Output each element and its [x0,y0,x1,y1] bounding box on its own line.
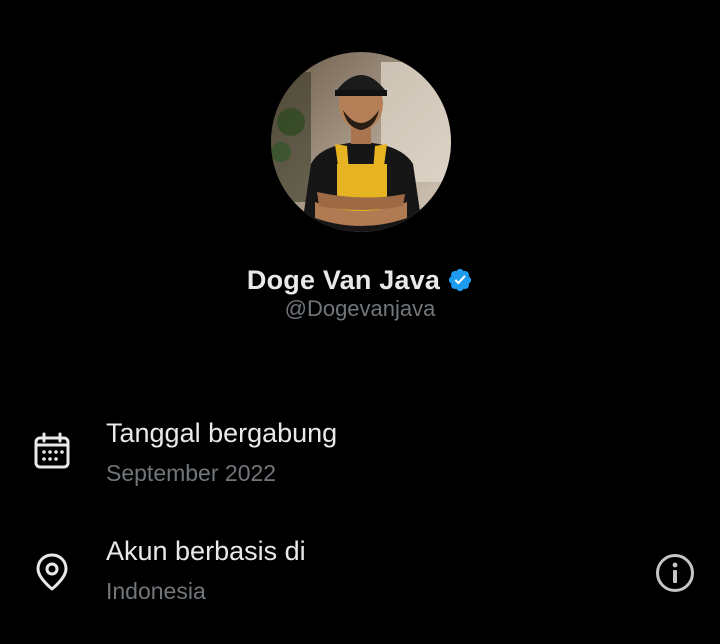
joined-date-label: Tanggal bergabung [106,418,338,448]
name-row: Doge Van Java [0,262,720,298]
account-location-label: Akun berbasis di [106,536,306,566]
account-location-value: Indonesia [106,578,206,604]
display-name: Doge Van Java [246,264,441,295]
info-icon[interactable] [654,552,696,594]
joined-date-row: Tanggal bergabung September 2022 [0,418,720,498]
account-location-row: Akun berbasis di Indonesia [0,536,720,616]
verified-badge-icon [447,267,473,293]
profile-header: Doge Van Java @Dogevanjava [0,0,720,340]
profile-handle: @Dogevanjava [284,296,436,321]
location-pin-icon [32,552,72,592]
avatar[interactable] [271,52,451,232]
calendar-icon [32,432,72,472]
avatar-photo [271,52,451,232]
joined-date-value: September 2022 [106,460,277,486]
